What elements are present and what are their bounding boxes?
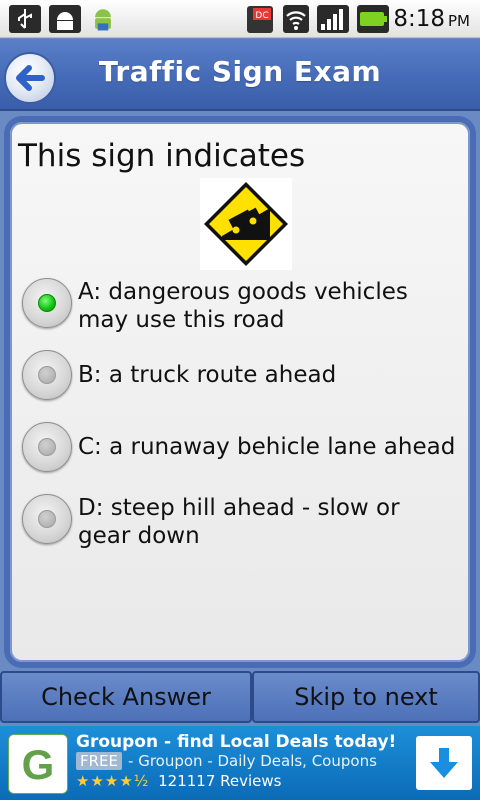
android-icon bbox=[95, 9, 111, 31]
ad-subtitle: - Groupon - Daily Deals, Coupons bbox=[128, 752, 377, 770]
status-bar: DC 8:18 PM bbox=[0, 0, 480, 38]
option-a-label: A: dangerous goods vehicles may use this… bbox=[78, 279, 408, 333]
option-d[interactable]: D: steep hill ahead - slow or gear down bbox=[22, 494, 462, 550]
option-a[interactable]: A: dangerous goods vehicles may use this… bbox=[22, 278, 462, 334]
signal-icon bbox=[317, 5, 349, 33]
clock: 8:18 PM bbox=[393, 6, 470, 32]
page-title: Traffic Sign Exam bbox=[98, 55, 382, 88]
calendar-icon: DC bbox=[247, 6, 273, 33]
option-a-radio[interactable] bbox=[22, 278, 72, 328]
option-d-radio[interactable] bbox=[22, 494, 72, 544]
question-panel: This sign indicates A: dangerous goods v… bbox=[4, 116, 476, 668]
steep-hill-truck-sign bbox=[200, 178, 292, 270]
ad-download-button[interactable] bbox=[416, 736, 472, 790]
skip-to-next-button[interactable]: Skip to next bbox=[252, 671, 480, 723]
option-c[interactable]: C: a runaway behicle lane ahead bbox=[22, 422, 462, 472]
reviews-label: Reviews bbox=[220, 772, 282, 790]
ad-title: Groupon - find Local Deals today! bbox=[76, 732, 397, 752]
back-arrow-icon bbox=[16, 65, 45, 91]
rating-count: 121117 bbox=[158, 772, 216, 790]
clock-time: 8:18 bbox=[393, 6, 445, 32]
option-c-label: C: a runaway behicle lane ahead bbox=[78, 434, 456, 460]
option-c-radio[interactable] bbox=[22, 422, 72, 472]
check-answer-button[interactable]: Check Answer bbox=[0, 671, 252, 723]
svg-text:DC: DC bbox=[255, 11, 268, 21]
option-b-label: B: a truck route ahead bbox=[78, 362, 337, 388]
option-d-label: D: steep hill ahead - slow or gear down bbox=[78, 495, 400, 549]
rating-stars: ★★★★½ bbox=[76, 772, 150, 790]
battery-icon bbox=[357, 5, 389, 33]
ad-rating: ★★★★½ 121117 Reviews bbox=[76, 772, 282, 790]
wifi-icon bbox=[283, 5, 309, 33]
groupon-logo-icon: G bbox=[9, 735, 67, 793]
title-bar: Traffic Sign Exam bbox=[0, 39, 480, 111]
clock-ampm: PM bbox=[448, 12, 470, 30]
groupon-logo-letter: G bbox=[22, 741, 55, 788]
download-arrow-icon bbox=[430, 748, 458, 778]
usb-icon bbox=[9, 5, 41, 33]
ad-banner[interactable]: G Groupon - find Local Deals today! FREE… bbox=[0, 726, 480, 800]
option-b-radio[interactable] bbox=[22, 350, 72, 400]
back-button[interactable] bbox=[4, 52, 56, 104]
android-debug-icon bbox=[49, 5, 81, 33]
question-text: This sign indicates bbox=[18, 138, 306, 174]
ad-subtitle-line: FREE - Groupon - Daily Deals, Coupons bbox=[76, 752, 377, 770]
groupon-logo: G bbox=[8, 734, 68, 794]
free-badge: FREE bbox=[76, 752, 123, 770]
option-b[interactable]: B: a truck route ahead bbox=[22, 350, 462, 400]
